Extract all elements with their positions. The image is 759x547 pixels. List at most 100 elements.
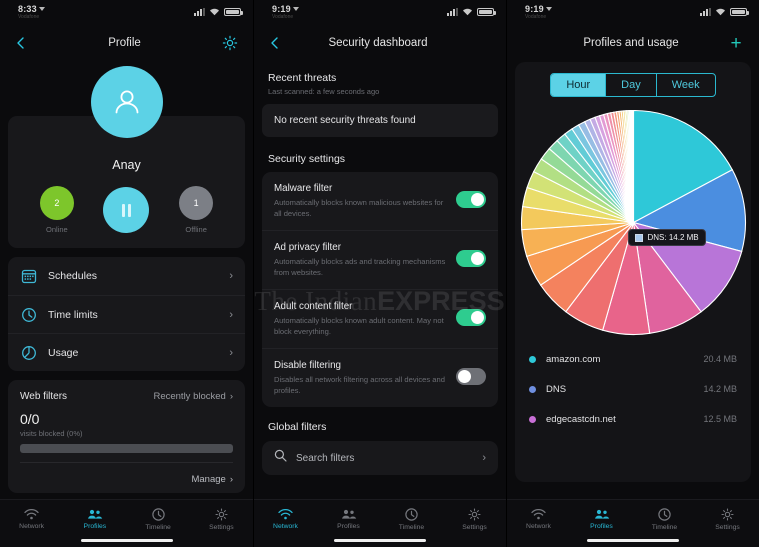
wifi-icon (715, 8, 726, 16)
security-settings-heading: Security settings (268, 153, 346, 165)
battery-icon (224, 8, 243, 16)
online-count-badge: 2 (39, 186, 74, 220)
setting-row-adult-content-filter[interactable]: Adult content filter Automatically block… (262, 289, 498, 348)
tab-network[interactable]: Network (507, 500, 570, 538)
screen-security: 9:19 Vodafone Security dashboard Recent (253, 0, 506, 547)
signal-icon (194, 8, 205, 16)
toggle-ad-privacy-filter[interactable] (456, 250, 486, 267)
status-carrier: Vodafone (18, 13, 40, 20)
recently-blocked-link[interactable]: Recently blocked › (153, 391, 233, 402)
status-time: 9:19 (272, 3, 291, 14)
avatar-area (0, 62, 253, 154)
back-chevron-icon[interactable] (14, 36, 28, 50)
tab-network[interactable]: Network (254, 500, 317, 538)
screenshot-root: 8:33 Vodafone Profile Anay 2 Online 1 Of… (0, 0, 759, 547)
home-indicator (80, 539, 173, 542)
tab-label: Timeline (145, 523, 171, 531)
toggle-adult-content-filter[interactable] (456, 309, 486, 326)
toggle-disable-filtering[interactable] (456, 368, 486, 385)
tab-settings[interactable]: Settings (696, 500, 759, 538)
tab-label: Timeline (398, 523, 425, 531)
range-tab-hour[interactable]: Hour (551, 74, 606, 96)
page-title: Profiles and usage (583, 37, 679, 49)
usage-pie-chart[interactable]: DNS: 14.2 MB (520, 109, 747, 336)
tab-timeline[interactable]: Timeline (127, 500, 190, 538)
last-scanned-text: Last scanned: a few seconds ago (268, 87, 380, 96)
tabbar-profile: Network Profiles Timeline Settings (0, 499, 253, 547)
signal-icon (447, 8, 458, 16)
web-filters-card: Web filters Recently blocked › 0/0 visit… (8, 380, 245, 493)
tab-settings[interactable]: Settings (443, 500, 506, 538)
legend-row[interactable]: edgecastcdn.net 12.5 MB (515, 404, 751, 434)
status-bar-usage: 9:19 Vodafone (507, 0, 759, 24)
avatar[interactable] (90, 66, 163, 138)
blocked-progress-bar (20, 444, 233, 453)
tabbar-security: Network Profiles Timeline Settings (254, 499, 506, 547)
tab-profiles[interactable]: Profiles (570, 500, 633, 538)
page-title: Security dashboard (328, 37, 428, 49)
screen-profile: 8:33 Vodafone Profile Anay 2 Online 1 Of… (0, 0, 253, 547)
setting-desc: Automatically blocks known malicious web… (274, 198, 444, 218)
tooltip-text: DNS: 14.2 MB (647, 233, 699, 242)
toggle-malware-filter[interactable] (456, 191, 486, 208)
offline-stat[interactable]: 1 Offline (165, 186, 227, 234)
settings-gear-icon[interactable] (221, 34, 239, 52)
usage-legend: amazon.com 20.4 MB DNS 14.2 MB edgecastc… (515, 344, 751, 434)
menu-item-time-limits[interactable]: Time limits › (8, 295, 245, 333)
status-left: 9:19 Vodafone (272, 3, 299, 20)
setting-row-malware-filter[interactable]: Malware filter Automatically blocks know… (262, 172, 498, 230)
global-filters-heading: Global filters (268, 421, 327, 433)
status-left: 9:19 Vodafone (525, 4, 552, 20)
tab-label: Profiles (83, 522, 107, 530)
calendar-icon (20, 268, 37, 285)
setting-desc: Automatically blocks ads and tracking me… (274, 257, 446, 277)
tab-label: Network (273, 522, 298, 530)
battery-icon (730, 8, 749, 16)
status-right (194, 8, 243, 16)
blocked-count: 0/0 (20, 411, 40, 427)
security-body: Recent threats Last scanned: a few secon… (254, 62, 506, 475)
pie-chart-icon (20, 344, 37, 361)
tooltip-swatch (634, 233, 643, 242)
tab-timeline[interactable]: Timeline (633, 500, 696, 538)
menu-label: Schedules (48, 270, 98, 282)
search-filters-row[interactable]: Search filters › (262, 441, 498, 475)
legend-value: 14.2 MB (703, 384, 737, 394)
home-indicator (587, 539, 679, 542)
battery-icon (477, 8, 496, 16)
tab-network[interactable]: Network (0, 500, 63, 538)
pause-button[interactable] (103, 187, 150, 233)
plus-icon[interactable]: + (727, 34, 745, 53)
legend-name: amazon.com (546, 353, 601, 365)
legend-value: 12.5 MB (703, 414, 737, 424)
pie-tooltip: DNS: 14.2 MB (627, 229, 706, 246)
tab-settings[interactable]: Settings (190, 500, 253, 538)
no-threats-banner: No recent security threats found (262, 104, 498, 137)
menu-label: Time limits (48, 308, 98, 321)
legend-value: 20.4 MB (703, 354, 737, 364)
chevron-right-icon: › (229, 391, 233, 402)
setting-row-ad-privacy-filter[interactable]: Ad privacy filter Automatically blocks a… (262, 230, 498, 289)
tab-label: Profiles (590, 522, 613, 530)
legend-row[interactable]: DNS 14.2 MB (515, 374, 751, 404)
range-tab-day[interactable]: Day (605, 74, 656, 96)
manage-label: Manage (191, 474, 226, 485)
tab-profiles[interactable]: Profiles (63, 500, 126, 538)
recent-threats-heading: Recent threats (268, 72, 337, 84)
tab-timeline[interactable]: Timeline (380, 500, 443, 538)
tab-profiles[interactable]: Profiles (317, 500, 380, 538)
pie-svg (520, 109, 746, 336)
legend-dot (529, 355, 536, 363)
menu-item-usage[interactable]: Usage › (8, 333, 245, 371)
manage-link[interactable]: Manage › (191, 474, 233, 485)
back-chevron-icon[interactable] (268, 36, 282, 50)
setting-row-disable-filtering[interactable]: Disable filtering Disables all network f… (262, 348, 498, 407)
menu-item-schedules[interactable]: Schedules › (8, 257, 245, 295)
screen-usage: 9:19 Vodafone Profiles and usage + Hour … (506, 0, 759, 547)
online-stat[interactable]: 2 Online (26, 186, 88, 234)
device-status-row: 2 Online 1 Offline (18, 186, 235, 234)
range-tab-week[interactable]: Week (655, 74, 715, 96)
navbar-usage: Profiles and usage + (507, 24, 759, 62)
setting-title: Malware filter (274, 183, 333, 194)
legend-row[interactable]: amazon.com 20.4 MB (515, 344, 751, 374)
